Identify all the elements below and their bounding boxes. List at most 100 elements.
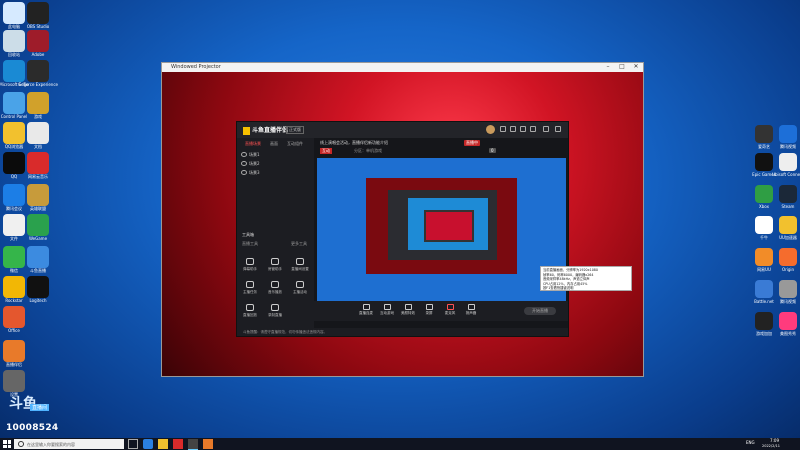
- desktop-icon[interactable]: 腾讯会议: [3, 184, 25, 211]
- tool-room-settings[interactable]: 直播间设置: [291, 258, 309, 276]
- record-button[interactable]: 录屏: [422, 304, 436, 316]
- start-button[interactable]: [3, 440, 11, 448]
- message-icon[interactable]: [510, 126, 516, 132]
- search-box[interactable]: 在这里输入你要搜索的内容: [14, 439, 124, 449]
- desktop-icon[interactable]: Office: [3, 306, 25, 333]
- desktop-icon[interactable]: 游戏加加: [755, 312, 773, 336]
- room-title[interactable]: 线上演唱会活动，直播伴侣新功能介绍: [320, 140, 388, 146]
- desktop-icon-label: UU加速器: [779, 235, 797, 240]
- tool-danmaku[interactable]: 弹幕助手: [241, 258, 259, 276]
- mic-button[interactable]: 麦克风: [443, 304, 457, 316]
- eye-icon[interactable]: [241, 170, 247, 175]
- beauty-button[interactable]: 美颜特效: [401, 304, 415, 316]
- notice-text: 斗鱼提醒：请遵守直播规范，切勿传播违法违规内容。: [243, 330, 327, 334]
- clock-time[interactable]: 7:09: [770, 438, 779, 443]
- desktop-icon[interactable]: OBS Studio: [27, 2, 49, 29]
- desktop-icon-label: 斗鱼直播: [30, 268, 46, 273]
- toolbox-header: 工具箱: [242, 232, 254, 237]
- tool-admin[interactable]: 房管助手: [266, 258, 284, 276]
- tool-record[interactable]: 录制直播: [266, 304, 284, 322]
- tools-sub-right[interactable]: 更多工具: [291, 241, 307, 247]
- go-live-button[interactable]: 开始直播: [524, 307, 556, 315]
- tool-events[interactable]: 主播活动: [291, 281, 309, 299]
- desktop-icon[interactable]: 网易UU: [755, 248, 773, 272]
- desktop-icon[interactable]: QQ浏览器: [3, 122, 25, 149]
- desktop-icon[interactable]: 回收站: [3, 30, 25, 57]
- game-button[interactable]: 互动游戏: [380, 304, 394, 316]
- desktop-icon[interactable]: Rockstar: [3, 276, 25, 303]
- desktop-icon[interactable]: Steam: [779, 185, 797, 209]
- desktop-icon[interactable]: Ubisoft Connect: [772, 153, 800, 177]
- desktop-icon[interactable]: 腾讯视频: [779, 125, 797, 149]
- explorer-icon[interactable]: [158, 439, 168, 449]
- desktop-icon[interactable]: 网易云音乐: [27, 152, 49, 179]
- window-titlebar[interactable]: Windowed Projector – □ ✕: [162, 63, 643, 72]
- minimize-icon[interactable]: [530, 126, 536, 132]
- scene-item[interactable]: 场景2: [241, 160, 311, 167]
- desktop-icon[interactable]: 文件: [3, 214, 25, 241]
- desktop-icon[interactable]: 英雄联盟: [27, 184, 49, 211]
- language-indicator[interactable]: ENG: [746, 440, 755, 445]
- close-icon[interactable]: [555, 126, 561, 132]
- desktop-icon[interactable]: Microsoft Edge: [0, 60, 29, 87]
- desktop-icon[interactable]: QQ: [3, 152, 25, 179]
- desktop-icon[interactable]: Epic Games: [752, 153, 776, 177]
- record-icon: [271, 304, 279, 311]
- desktop-icon[interactable]: 设置: [3, 370, 25, 397]
- desktop-icon[interactable]: 爱奇艺: [755, 125, 773, 149]
- desktop-icon[interactable]: UU加速器: [779, 216, 797, 240]
- mic-icon: [446, 304, 454, 310]
- room-number: 10008524: [6, 423, 59, 433]
- logo-icon: [243, 126, 250, 135]
- tool-replay[interactable]: 直播回放: [241, 304, 259, 322]
- eye-icon[interactable]: [241, 161, 247, 166]
- desktop-icon[interactable]: Origin: [779, 248, 797, 272]
- desktop-icon[interactable]: GeForce Experience: [18, 60, 58, 87]
- task-view-icon[interactable]: [128, 439, 138, 449]
- tool-tasks[interactable]: 主播任务: [241, 281, 259, 299]
- desktop-icon[interactable]: Logitech: [27, 276, 49, 303]
- tab-widgets[interactable]: 互动组件: [287, 141, 303, 147]
- desktop-icon[interactable]: 美图秀秀: [779, 312, 797, 336]
- avatar[interactable]: [486, 125, 495, 134]
- category-label[interactable]: 分区：单机游戏: [354, 148, 382, 154]
- tab-scenes[interactable]: 直播场景: [245, 141, 261, 147]
- settings-icon[interactable]: [520, 126, 526, 132]
- desktop-icon[interactable]: Control Panel: [1, 92, 27, 119]
- desktop-icon[interactable]: 腾讯视频: [779, 280, 797, 304]
- edge-icon[interactable]: [143, 439, 153, 449]
- desktop-icon[interactable]: 微信: [3, 246, 25, 273]
- obs-icon[interactable]: [188, 439, 198, 450]
- stream-preview[interactable]: [317, 158, 566, 301]
- desktop-icon-label: 美图秀秀: [780, 331, 796, 336]
- desktop-icon[interactable]: 此电脑: [3, 2, 25, 29]
- tab-canvas[interactable]: 画面: [270, 141, 278, 147]
- skin-icon[interactable]: [500, 126, 506, 132]
- desktop-icon[interactable]: Battle.net: [754, 280, 774, 304]
- close-button[interactable]: ✕: [630, 63, 642, 70]
- eye-icon[interactable]: [241, 152, 247, 157]
- version-badge[interactable]: 正式版: [286, 126, 304, 134]
- link-mic-button[interactable]: 直播连麦: [359, 304, 373, 316]
- scene-item[interactable]: 场景3: [241, 169, 311, 176]
- speaker-button[interactable]: 扬声器: [464, 304, 478, 316]
- desktop-icon[interactable]: WeGame: [27, 214, 49, 241]
- douyu-icon[interactable]: [203, 439, 213, 449]
- desktop-icon[interactable]: 直播伴侣: [3, 340, 25, 367]
- minimize-button[interactable]: –: [602, 63, 614, 70]
- desktop-icon[interactable]: 斗鱼直播: [27, 246, 49, 273]
- room-tag[interactable]: 互动: [320, 148, 332, 154]
- app-icon[interactable]: [173, 439, 183, 449]
- window-title: Windowed Projector: [171, 64, 221, 70]
- desktop-icon[interactable]: 文档: [27, 122, 49, 149]
- desktop-icon[interactable]: 游戏: [27, 92, 49, 119]
- desktop-icon[interactable]: 千牛: [755, 216, 773, 240]
- tool-music[interactable]: 音乐播放: [266, 281, 284, 299]
- maximize-icon[interactable]: [543, 126, 549, 132]
- scene-item[interactable]: 场景1: [241, 151, 311, 158]
- desktop-icon[interactable]: Adobe: [27, 30, 49, 57]
- maximize-button[interactable]: □: [616, 63, 628, 70]
- desktop-icon[interactable]: Xbox: [755, 185, 773, 209]
- desktop-icon-label: Adobe: [31, 52, 45, 57]
- clock-date[interactable]: 2022/2/11: [762, 444, 780, 448]
